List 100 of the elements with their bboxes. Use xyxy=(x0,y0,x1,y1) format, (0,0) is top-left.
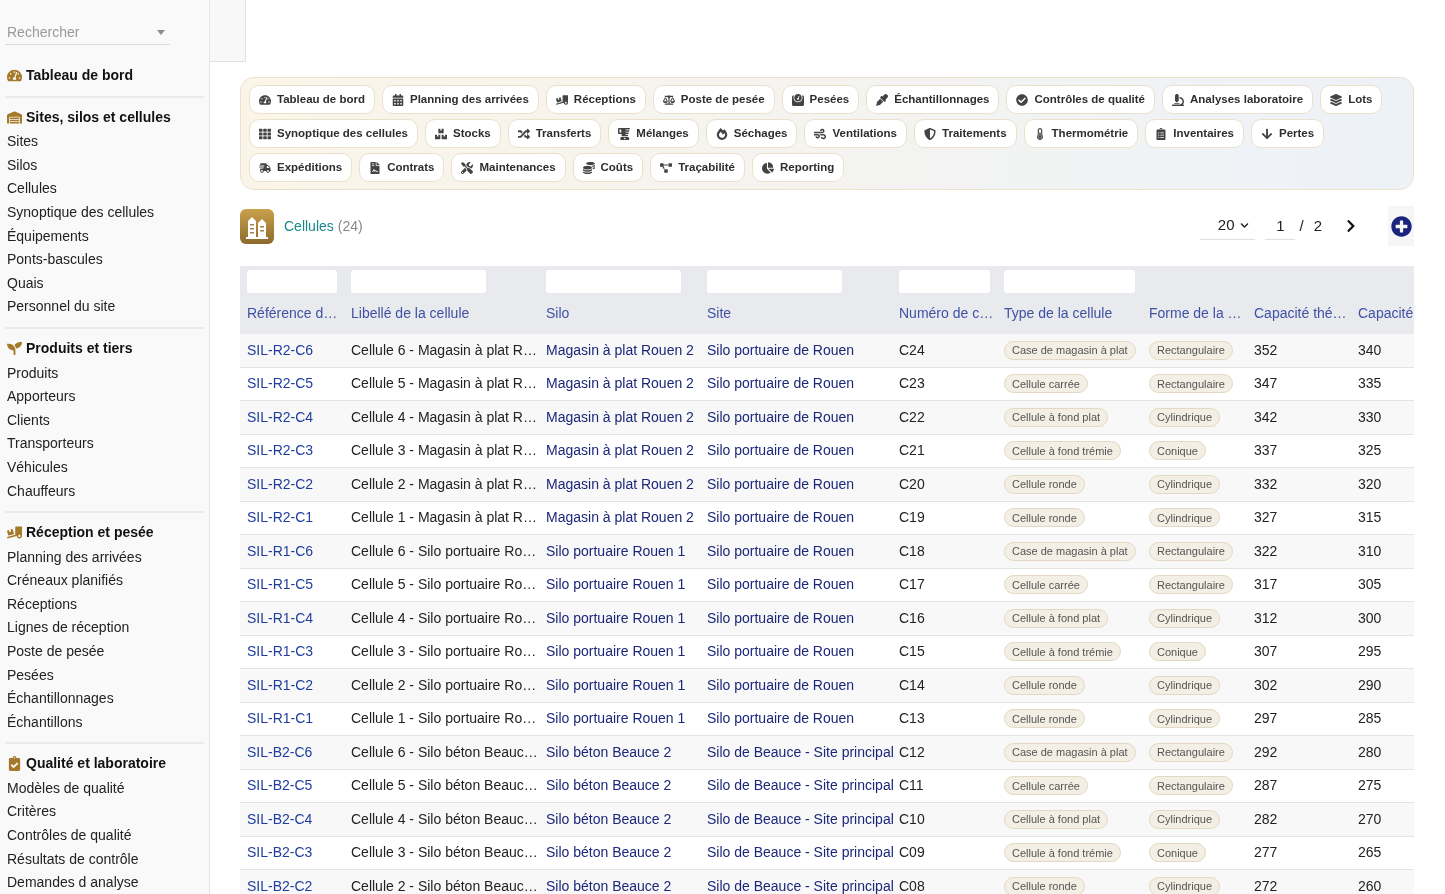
sidebar-item[interactable]: Sites xyxy=(7,131,39,153)
reference-link[interactable]: SIL-R1-C1 xyxy=(247,708,314,730)
reference-link[interactable]: SIL-B2-C3 xyxy=(247,842,313,864)
record-link[interactable]: Silo béton Beauce 2 xyxy=(546,808,672,830)
record-link[interactable]: Silo portuaire de Rouen xyxy=(707,607,855,629)
column-header[interactable]: Silo xyxy=(546,302,570,324)
record-link[interactable]: Silo portuaire de Rouen xyxy=(707,440,855,462)
nav-button[interactable]: Séchages xyxy=(705,119,798,148)
record-link[interactable]: Silo portuaire de Rouen xyxy=(707,708,855,730)
nav-button[interactable]: Ventilations xyxy=(804,119,907,148)
column-header[interactable]: Référence d… xyxy=(247,302,338,324)
reference-link[interactable]: SIL-R2-C6 xyxy=(247,339,314,361)
sidebar-item[interactable]: Poste de pesée xyxy=(7,641,105,662)
record-link[interactable]: Magasin à plat Rouen 2 xyxy=(546,440,694,462)
nav-button[interactable]: Planning des arrivées xyxy=(381,85,539,114)
nav-button[interactable]: Contrats xyxy=(359,153,445,182)
record-link[interactable]: Silo portuaire de Rouen xyxy=(707,473,855,495)
column-header[interactable]: Numéro de c… xyxy=(899,302,994,324)
sidebar-item[interactable]: Contrôles de qualité xyxy=(7,825,132,847)
column-header[interactable]: Forme de la … xyxy=(1149,302,1242,324)
record-link[interactable]: Silo portuaire de Rouen xyxy=(707,540,855,562)
reference-link[interactable]: SIL-R2-C4 xyxy=(247,406,314,428)
sidebar-item[interactable]: Équipements xyxy=(7,225,89,247)
record-link[interactable]: Silo de Beauce - Site principal xyxy=(707,741,894,763)
sidebar-item[interactable]: Échantillons xyxy=(7,711,83,733)
record-link[interactable]: Silo portuaire Rouen 1 xyxy=(546,674,686,696)
nav-button[interactable]: Lots xyxy=(1320,85,1383,114)
nav-button[interactable]: Poste de pesée xyxy=(652,85,775,114)
nav-button[interactable]: Réceptions xyxy=(545,85,646,114)
record-link[interactable]: Silo béton Beauce 2 xyxy=(546,842,672,864)
nav-button[interactable]: Maintenances xyxy=(451,153,566,182)
sidebar-item[interactable]: Échantillonnages xyxy=(7,688,114,710)
sidebar-item[interactable]: Réceptions xyxy=(7,593,78,615)
record-link[interactable]: Silo portuaire de Rouen xyxy=(707,339,855,361)
sidebar-item[interactable]: Modèles de qualité xyxy=(7,777,125,799)
sidebar-item[interactable]: Critères xyxy=(7,801,56,823)
reference-link[interactable]: SIL-R1-C4 xyxy=(247,607,314,629)
sidebar-item[interactable]: Cellules xyxy=(7,178,57,200)
record-link[interactable]: Silo de Beauce - Site principal xyxy=(707,808,894,830)
reference-link[interactable]: SIL-R2-C3 xyxy=(247,440,314,462)
sidebar-item[interactable]: Véhicules xyxy=(7,456,68,478)
nav-button[interactable]: Pesées xyxy=(781,85,860,114)
record-link[interactable]: Silo portuaire Rouen 1 xyxy=(546,540,686,562)
nav-button[interactable]: Reporting xyxy=(752,153,845,182)
reference-link[interactable]: SIL-R2-C2 xyxy=(247,473,314,495)
reference-link[interactable]: SIL-B2-C2 xyxy=(247,875,313,894)
reference-link[interactable]: SIL-B2-C5 xyxy=(247,775,313,797)
record-link[interactable]: Silo portuaire de Rouen xyxy=(707,507,855,529)
record-link[interactable]: Magasin à plat Rouen 2 xyxy=(546,373,694,395)
section-heading[interactable]: Tableau de bord xyxy=(26,65,134,87)
record-link[interactable]: Silo de Beauce - Site principal xyxy=(707,875,894,894)
record-link[interactable]: Silo de Beauce - Site principal xyxy=(707,775,894,797)
reference-link[interactable]: SIL-B2-C4 xyxy=(247,808,313,830)
nav-button[interactable]: Mélanges xyxy=(608,119,699,148)
sidebar-item[interactable]: Créneaux planifiés xyxy=(7,570,123,592)
reference-link[interactable]: SIL-B2-C6 xyxy=(247,741,313,763)
nav-button[interactable]: Analyses laboratoire xyxy=(1162,85,1314,114)
reference-link[interactable]: SIL-R2-C5 xyxy=(247,373,314,395)
sidebar-item[interactable]: Produits xyxy=(7,362,59,384)
record-link[interactable]: Silo béton Beauce 2 xyxy=(546,875,672,894)
record-link[interactable]: Silo béton Beauce 2 xyxy=(546,741,672,763)
record-link[interactable]: Magasin à plat Rouen 2 xyxy=(546,406,694,428)
sidebar-item[interactable]: Silos xyxy=(7,154,38,176)
sidebar-item[interactable]: Résultats de contrôle xyxy=(7,848,139,870)
record-link[interactable]: Silo portuaire de Rouen xyxy=(707,406,855,428)
record-link[interactable]: Silo portuaire Rouen 1 xyxy=(546,708,686,730)
nav-button[interactable]: Inventaires xyxy=(1145,119,1244,148)
nav-button[interactable]: Traçabilité xyxy=(650,153,745,182)
record-link[interactable]: Silo portuaire de Rouen xyxy=(707,674,855,696)
nav-button[interactable]: Synoptique des cellules xyxy=(249,119,418,148)
sidebar-item[interactable]: Personnel du site xyxy=(7,296,116,318)
column-header[interactable]: Libellé de la cellule xyxy=(351,302,470,324)
sidebar-item[interactable]: Apporteurs xyxy=(7,386,76,408)
nav-button[interactable]: Coûts xyxy=(572,153,644,182)
page-field[interactable]: 1 xyxy=(1265,212,1296,240)
sidebar-item[interactable]: Chauffeurs xyxy=(7,480,76,502)
reference-link[interactable]: SIL-R1-C3 xyxy=(247,641,314,663)
nav-button[interactable]: Stocks xyxy=(425,119,501,148)
record-link[interactable]: Silo portuaire Rouen 1 xyxy=(546,574,686,596)
column-header[interactable]: Site xyxy=(707,302,732,324)
add-button[interactable] xyxy=(1388,206,1414,246)
sidebar-item[interactable]: Synoptique des cellules xyxy=(7,202,155,224)
search-field[interactable]: Rechercher xyxy=(5,20,170,45)
record-link[interactable]: Magasin à plat Rouen 2 xyxy=(546,507,694,529)
sidebar-item[interactable]: Clients xyxy=(7,409,50,431)
sidebar-item[interactable]: Pesées xyxy=(7,664,54,686)
nav-button[interactable]: Contrôles de qualité xyxy=(1006,85,1155,114)
sidebar-item[interactable]: Quais xyxy=(7,272,44,294)
sidebar-item[interactable]: Ponts-bascules xyxy=(7,249,103,271)
nav-button[interactable]: Tableau de bord xyxy=(249,85,375,114)
sidebar-item[interactable]: Planning des arrivées xyxy=(7,546,142,568)
reference-link[interactable]: SIL-R2-C1 xyxy=(247,507,314,529)
record-link[interactable]: Magasin à plat Rouen 2 xyxy=(546,339,694,361)
record-link[interactable]: Magasin à plat Rouen 2 xyxy=(546,473,694,495)
sidebar-item[interactable]: Demandes d analyse xyxy=(7,872,139,894)
record-link[interactable]: Silo portuaire de Rouen xyxy=(707,574,855,596)
reference-link[interactable]: SIL-R1-C2 xyxy=(247,674,314,696)
record-link[interactable]: Silo portuaire Rouen 1 xyxy=(546,607,686,629)
nav-button[interactable]: Pertes xyxy=(1251,119,1325,148)
reference-link[interactable]: SIL-R1-C5 xyxy=(247,574,314,596)
